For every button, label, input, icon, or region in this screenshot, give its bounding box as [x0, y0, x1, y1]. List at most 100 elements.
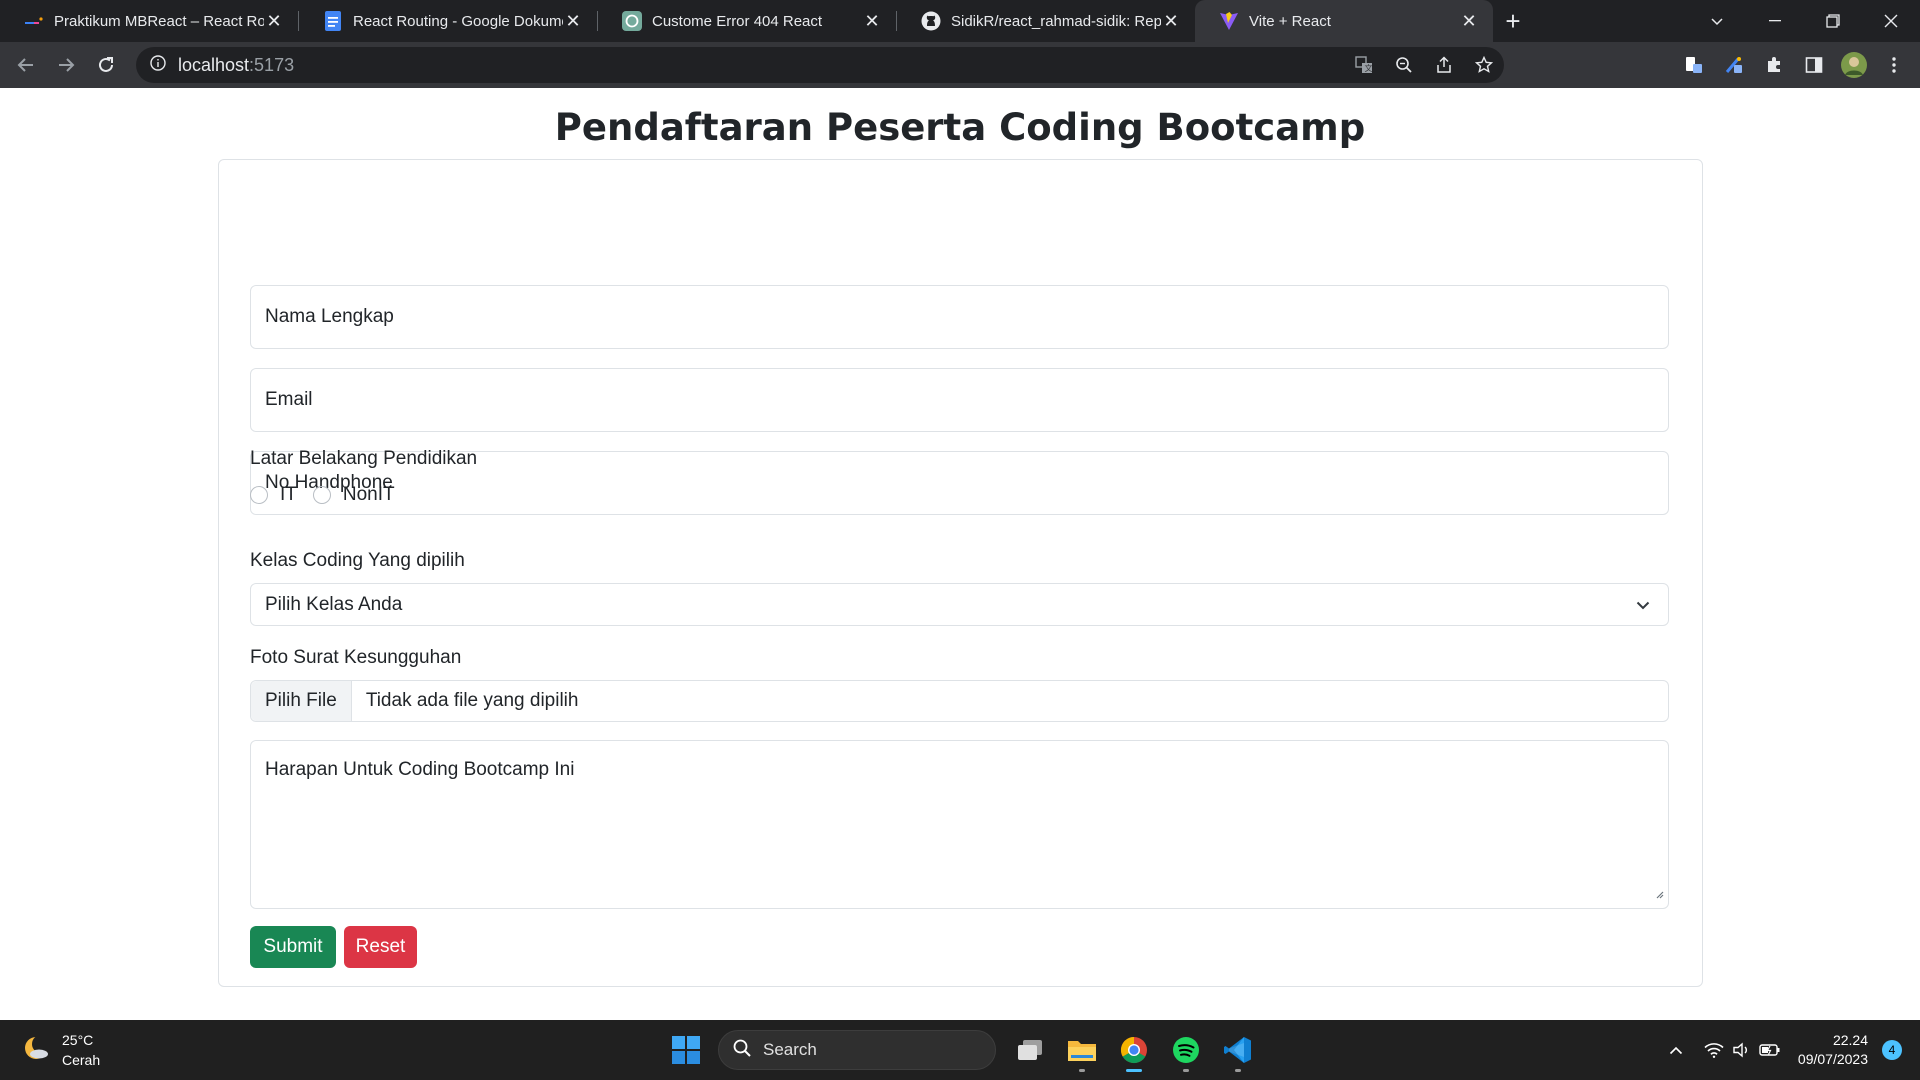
- task-view-icon[interactable]: [1004, 1026, 1056, 1074]
- url-host: localhost: [178, 54, 250, 75]
- submit-button[interactable]: Submit: [250, 926, 336, 968]
- email-placeholder: Email: [265, 389, 313, 410]
- radio-it-label: IT: [280, 484, 297, 505]
- tab-praktikum[interactable]: Praktikum MBReact – React Routi ✕: [0, 0, 298, 42]
- close-tab-icon[interactable]: ✕: [1459, 11, 1479, 31]
- bookmark-star-icon[interactable]: [1464, 47, 1504, 83]
- omnibox-actions: 文: [1344, 47, 1504, 83]
- tab-strip: Praktikum MBReact – React Routi ✕ React …: [0, 0, 1920, 42]
- tab-github-repo[interactable]: SidikR/react_rahmad-sidik: Repos ✕: [897, 0, 1195, 42]
- close-tab-icon[interactable]: ✕: [862, 11, 882, 31]
- share-icon[interactable]: [1424, 47, 1464, 83]
- running-indicator: [1079, 1069, 1085, 1072]
- address-bar[interactable]: localhost:5173 文: [136, 47, 1504, 83]
- google-docs-icon: [323, 11, 343, 31]
- forward-button[interactable]: [46, 45, 86, 85]
- close-tab-icon[interactable]: ✕: [1161, 11, 1181, 31]
- close-window-button[interactable]: [1862, 0, 1920, 42]
- url-text[interactable]: localhost:5173: [178, 55, 294, 76]
- radio-it[interactable]: IT: [250, 484, 297, 506]
- registration-form: Nama Lengkap Email No Handphone Latar Be…: [218, 159, 1703, 987]
- new-tab-button[interactable]: +: [1493, 0, 1533, 42]
- reset-button[interactable]: Reset: [344, 926, 417, 968]
- tab-title: Praktikum MBReact – React Routi: [54, 12, 264, 30]
- weather-moon-icon: [22, 1033, 52, 1068]
- extensions-puzzle-icon[interactable]: [1754, 45, 1794, 85]
- taskbar-search[interactable]: Search: [718, 1030, 996, 1070]
- close-tab-icon[interactable]: ✕: [563, 11, 583, 31]
- weather-widget[interactable]: 25°C Cerah: [22, 1030, 100, 1070]
- tab-search-chevron-icon[interactable]: [1688, 0, 1746, 42]
- weather-temp: 25°C: [62, 1032, 94, 1048]
- chevron-down-icon: [1636, 594, 1650, 616]
- tab-vite-react[interactable]: Vite + React ✕: [1195, 0, 1493, 42]
- start-button[interactable]: [660, 1026, 712, 1074]
- chrome-menu-icon[interactable]: [1874, 45, 1914, 85]
- email-input[interactable]: Email: [250, 368, 1669, 432]
- profile-avatar[interactable]: [1834, 45, 1874, 85]
- search-icon: [733, 1039, 751, 1062]
- translate-icon[interactable]: 文: [1344, 47, 1384, 83]
- tab-title: React Routing - Google Dokumen: [353, 12, 563, 30]
- resize-handle-icon[interactable]: [1654, 883, 1664, 905]
- radio-it-circle[interactable]: [250, 486, 268, 504]
- wifi-icon[interactable]: [1700, 1042, 1728, 1058]
- class-select[interactable]: Pilih Kelas Anda: [250, 583, 1669, 626]
- file-input[interactable]: Pilih File Tidak ada file yang dipilih: [250, 680, 1669, 722]
- extensions-area: [1674, 45, 1914, 85]
- url-port: :5173: [249, 54, 295, 75]
- chatgpt-icon: [622, 11, 642, 31]
- page-content: Pendaftaran Peserta Coding Bootcamp Nama…: [0, 88, 1920, 1020]
- tab-title: SidikR/react_rahmad-sidik: Repos: [951, 12, 1161, 30]
- extension-icon[interactable]: [1714, 45, 1754, 85]
- running-indicator: [1235, 1069, 1241, 1072]
- class-select-value: Pilih Kelas Anda: [265, 593, 403, 615]
- restore-button[interactable]: [1804, 0, 1862, 42]
- active-indicator: [1126, 1069, 1142, 1072]
- full-name-input[interactable]: Nama Lengkap: [250, 285, 1669, 349]
- reload-button[interactable]: [86, 45, 126, 85]
- clock[interactable]: 22.24 09/07/2023: [1798, 1031, 1868, 1069]
- running-indicator: [1183, 1069, 1189, 1072]
- tab-title: Vite + React: [1249, 12, 1331, 30]
- spotify-icon[interactable]: [1160, 1026, 1212, 1074]
- search-label: Search: [763, 1040, 817, 1059]
- education-label: Latar Belakang Pendidikan: [250, 448, 478, 469]
- tab-custome-error[interactable]: Custome Error 404 React ✕: [598, 0, 896, 42]
- file-label: Foto Surat Kesungguhan: [250, 647, 462, 668]
- taskbar-apps: Search: [660, 1026, 1264, 1074]
- volume-icon[interactable]: [1728, 1042, 1756, 1058]
- side-panel-icon[interactable]: [1794, 45, 1834, 85]
- tab-title: Custome Error 404 React: [652, 12, 823, 30]
- window-controls: [1688, 0, 1920, 42]
- education-radio-group: IT NonIT: [250, 484, 411, 506]
- svg-text:文: 文: [1365, 63, 1373, 73]
- radio-nonit-circle[interactable]: [312, 486, 331, 504]
- vite-icon: [1219, 11, 1239, 31]
- vscode-icon[interactable]: [1212, 1026, 1264, 1074]
- kampus-merdeka-icon: [24, 11, 44, 31]
- browser-toolbar: localhost:5173 文: [0, 42, 1920, 88]
- file-status: Tidak ada file yang dipilih: [365, 690, 579, 711]
- choose-file-button[interactable]: Pilih File: [251, 681, 352, 721]
- clock-time: 22.24: [1832, 1032, 1868, 1048]
- windows-taskbar: 25°C Cerah Search 22.24 09/07/2023 4: [0, 1020, 1920, 1080]
- battery-icon[interactable]: [1756, 1043, 1784, 1057]
- notification-badge[interactable]: 4: [1882, 1040, 1902, 1060]
- extension-icon[interactable]: [1674, 45, 1714, 85]
- zoom-icon[interactable]: [1384, 47, 1424, 83]
- back-button[interactable]: [6, 45, 46, 85]
- show-hidden-icons-chevron-icon[interactable]: [1662, 1046, 1690, 1055]
- github-icon: [921, 11, 941, 31]
- minimize-button[interactable]: [1746, 0, 1804, 42]
- site-info-icon[interactable]: [150, 54, 166, 76]
- close-tab-icon[interactable]: ✕: [264, 11, 284, 31]
- weather-desc: Cerah: [62, 1052, 101, 1068]
- full-name-placeholder: Nama Lengkap: [265, 306, 394, 327]
- hope-textarea[interactable]: Harapan Untuk Coding Bootcamp Ini: [250, 740, 1669, 909]
- file-explorer-icon[interactable]: [1056, 1026, 1108, 1074]
- chrome-icon[interactable]: [1108, 1026, 1160, 1074]
- radio-nonit[interactable]: NonIT: [312, 484, 395, 506]
- tab-react-routing-docs[interactable]: React Routing - Google Dokumen ✕: [299, 0, 597, 42]
- clock-date: 09/07/2023: [1797, 1051, 1868, 1067]
